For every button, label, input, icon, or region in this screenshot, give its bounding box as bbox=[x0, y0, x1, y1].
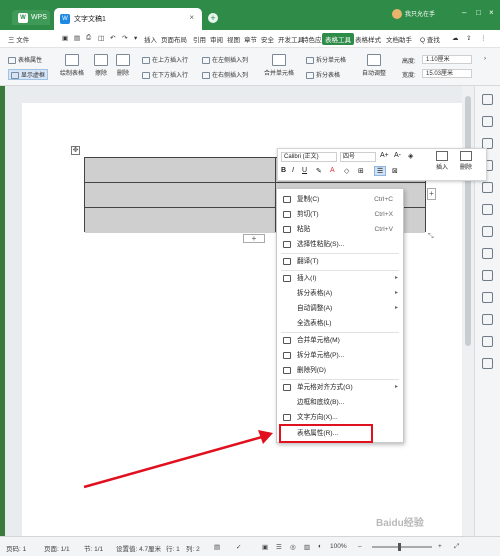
status-pages[interactable]: 页面: 1/1 bbox=[44, 543, 70, 553]
status-col: 列: 2 bbox=[186, 546, 200, 553]
zoom-in-icon[interactable]: + bbox=[438, 543, 442, 550]
status-page: 页码: 1 bbox=[6, 546, 27, 553]
status-row: 行: 1 bbox=[166, 546, 180, 553]
eye-protect-icon[interactable]: ◐ bbox=[318, 543, 322, 550]
zoom-slider[interactable] bbox=[372, 543, 432, 551]
fit-page-icon[interactable]: ⤢ bbox=[454, 543, 459, 551]
track-changes-icon[interactable]: ▤ bbox=[214, 543, 220, 551]
view-page-icon[interactable]: ▣ bbox=[262, 543, 268, 551]
zoom-slider-knob[interactable] bbox=[398, 543, 401, 551]
watermark-logo: Baidu经验 bbox=[376, 518, 424, 529]
status-bar: 页码: 1 页面: 1/1 节: 1/1 设置值: 4.7厘米 行: 1 列: … bbox=[0, 536, 500, 556]
view-web-icon[interactable]: ◎ bbox=[290, 543, 296, 551]
status-position: 设置值: 4.7厘米 bbox=[116, 546, 162, 553]
status-section: 节: 1/1 bbox=[84, 546, 104, 553]
view-outline-icon[interactable]: ☰ bbox=[276, 543, 282, 551]
annotation-arrow bbox=[83, 430, 273, 489]
status-zoom[interactable]: 100% bbox=[330, 543, 347, 550]
zoom-out-icon[interactable]: – bbox=[358, 543, 362, 550]
arrow-line bbox=[83, 435, 263, 489]
spell-check-icon[interactable]: ✓ bbox=[236, 543, 241, 551]
view-read-icon[interactable]: ▥ bbox=[304, 543, 310, 551]
